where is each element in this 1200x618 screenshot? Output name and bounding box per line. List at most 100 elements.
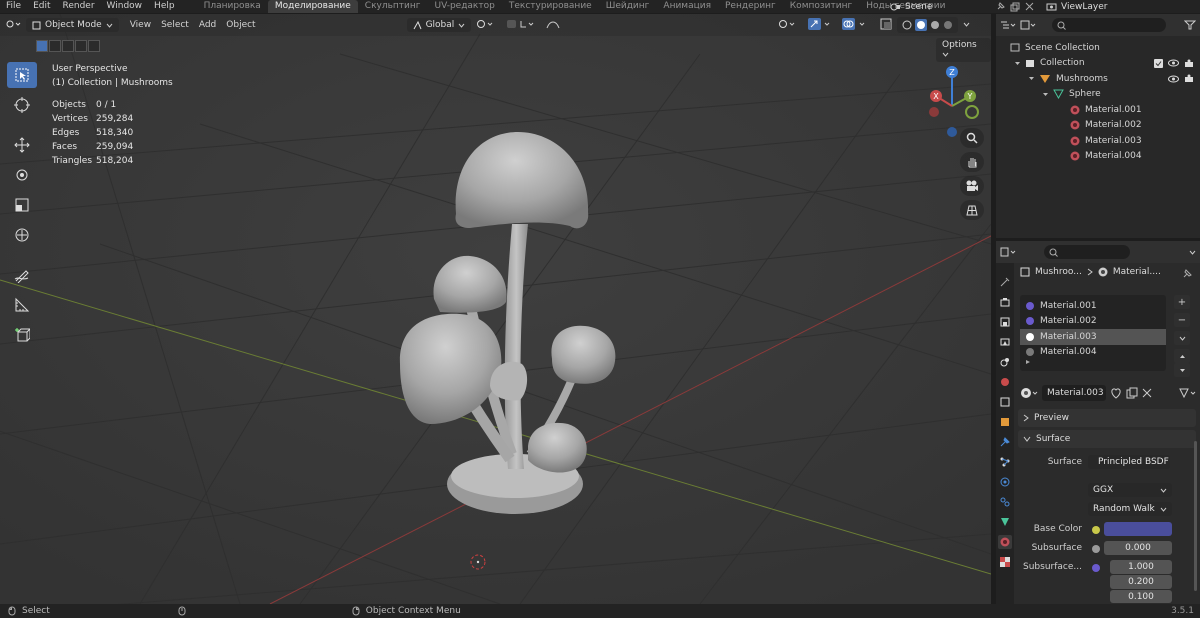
surface-shader-field[interactable]: Principled BSDF [1088,455,1170,469]
physics-tab-icon[interactable] [998,475,1012,489]
chevron-down-icon[interactable] [1028,76,1035,81]
menu-help[interactable]: Help [148,0,181,13]
select-box-tool[interactable] [7,62,37,88]
workspace-tab[interactable]: Рендеринг [718,0,783,13]
slot-specials-button[interactable] [1174,331,1190,345]
shading-options-button[interactable] [958,18,975,32]
chevron-down-icon[interactable] [1189,250,1196,255]
menu-render[interactable]: Render [57,0,101,13]
duplicate-material-icon[interactable] [1126,387,1138,399]
pin-icon[interactable] [1182,269,1192,279]
zoom-tool[interactable] [960,128,984,148]
material-slot-list[interactable]: Material.001 Material.002 Material.003 M… [1020,295,1166,371]
material-slot[interactable]: Material.002 [1020,314,1166,330]
select-invert-icon[interactable] [75,40,87,52]
workspace-tab[interactable]: UV-редактор [427,0,501,13]
subsurface-value-field[interactable]: 0.000 [1104,541,1172,555]
view-layer-tab-icon[interactable] [998,335,1012,349]
add-slot-button[interactable]: + [1174,295,1190,309]
subsurface-socket-icon[interactable] [1092,545,1100,553]
visibility-dropdown[interactable] [773,17,803,34]
properties-scrollbar[interactable] [1194,441,1197,591]
breadcrumb-material[interactable]: Material.... [1113,267,1161,277]
list-resize-handle-icon[interactable] [1025,359,1031,365]
proportional-edit-toggle[interactable] [541,17,565,34]
outliner-row-material[interactable]: Material.003 [996,133,1200,149]
outliner-row-mushrooms[interactable]: Mushrooms [996,71,1200,87]
move-slot-down-button[interactable] [1174,363,1190,377]
outliner-row-material[interactable]: Material.001 [996,102,1200,118]
properties-editor-icon[interactable] [1000,247,1016,257]
material-slot-selected[interactable]: Material.003 [1020,329,1166,345]
eye-icon[interactable] [1168,59,1179,67]
select-intersect-icon[interactable] [88,40,100,52]
transform-orientation-dropdown[interactable]: Global [406,18,472,32]
scale-tool[interactable] [7,192,37,218]
pivot-point-button[interactable] [471,17,501,34]
view-layer-selector[interactable]: ViewLayer [1046,0,1200,13]
collection-tab-icon[interactable] [998,395,1012,409]
outliner-editor-icon[interactable] [1000,20,1016,30]
menu-select[interactable]: Select [156,18,194,32]
editor-type-button[interactable] [0,17,26,34]
cursor-tool[interactable] [7,92,37,118]
scene-tab-icon[interactable] [998,355,1012,369]
pan-tool[interactable] [960,152,984,172]
world-tab-icon[interactable] [998,375,1012,389]
menu-window[interactable]: Window [101,0,149,13]
workspace-tab[interactable]: Композитинг [783,0,859,13]
close-icon[interactable] [1025,2,1034,11]
outliner-row-material[interactable]: Material.002 [996,118,1200,134]
output-tab-icon[interactable] [998,315,1012,329]
surface-panel-header[interactable]: Surface [1018,430,1196,448]
rendered-shading-icon[interactable] [943,19,953,31]
filter-icon[interactable] [1184,20,1196,30]
data-tab-icon[interactable] [998,515,1012,529]
render-tab-icon[interactable] [998,295,1012,309]
preview-panel-header[interactable]: Preview [1018,409,1196,427]
texture-tab-icon[interactable] [998,555,1012,569]
menu-add[interactable]: Add [194,18,221,32]
rotate-tool[interactable] [7,162,37,188]
workspace-tab[interactable]: Планировка [197,0,268,13]
subsurface-radius-z-field[interactable]: 0.100 [1110,590,1172,603]
material-shading-icon[interactable] [930,19,940,31]
material-slot[interactable]: Material.001 [1020,298,1166,314]
base-color-swatch[interactable] [1104,522,1172,536]
object-tab-icon[interactable] [998,415,1012,429]
workspace-tab[interactable]: Текстурирование [502,0,599,13]
outliner-row-collection[interactable]: Collection [996,56,1200,72]
select-subtract-icon[interactable] [62,40,74,52]
constraints-tab-icon[interactable] [998,495,1012,509]
checkbox-icon[interactable] [1154,58,1163,68]
xray-toggle[interactable] [875,16,897,35]
particles-tab-icon[interactable] [998,455,1012,469]
perspective-toggle[interactable] [960,200,984,220]
options-dropdown[interactable]: Options [936,38,991,62]
display-mode-icon[interactable] [1020,20,1036,30]
overlays-toggle[interactable] [837,16,875,35]
camera-view-tool[interactable] [960,176,984,196]
workspace-tab[interactable]: Анимация [656,0,718,13]
menu-file[interactable]: File [0,0,27,13]
outliner-row-material[interactable]: Material.004 [996,149,1200,165]
eye-icon[interactable] [1168,75,1179,83]
add-cube-tool[interactable] [7,322,37,348]
scene-selector[interactable]: Scene [890,0,990,13]
transform-tool[interactable] [7,222,37,248]
subsurface-radius-y-field[interactable]: 0.200 [1110,575,1172,589]
solid-shading-icon[interactable] [915,19,928,31]
subsurface-radius-socket-icon[interactable] [1092,564,1100,572]
base-color-socket-icon[interactable] [1092,526,1100,534]
shading-mode-group[interactable] [897,17,959,33]
tool-tab-icon[interactable] [998,275,1012,289]
snap-toggle[interactable] [501,17,541,34]
workspace-tab-active[interactable]: Моделирование [267,0,358,13]
subsurface-radius-x-field[interactable]: 1.000 [1110,560,1172,574]
distribution-dropdown[interactable]: GGX [1088,483,1172,497]
material-name-field[interactable]: Material.003 [1042,385,1106,401]
annotate-tool[interactable] [7,262,37,288]
browse-material-icon[interactable] [1020,387,1038,399]
3d-viewport[interactable]: Object Mode View Select Add Object Globa… [0,14,991,604]
copy-icon[interactable] [1010,2,1020,12]
